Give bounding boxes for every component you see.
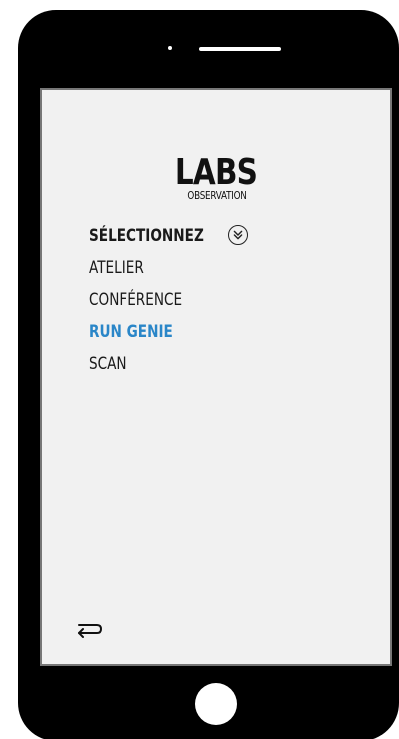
app-logo: LABS OBSERVATION (42, 152, 390, 202)
screen: LABS OBSERVATION SÉLECTIONNEZ ATELIER CO… (40, 88, 392, 666)
return-arrow-icon[interactable] (74, 618, 104, 638)
speaker-grille (199, 47, 281, 51)
front-camera (168, 46, 172, 50)
menu-header[interactable]: SÉLECTIONNEZ (89, 220, 349, 252)
home-button[interactable] (195, 683, 237, 725)
phone-frame: LABS OBSERVATION SÉLECTIONNEZ ATELIER CO… (18, 10, 399, 739)
double-chevron-down-icon[interactable] (228, 225, 248, 245)
menu-header-label: SÉLECTIONNEZ (89, 226, 204, 246)
menu-item-scan[interactable]: SCAN (89, 348, 297, 380)
menu-item-conference[interactable]: CONFÉRENCE (89, 284, 297, 316)
selection-menu: SÉLECTIONNEZ ATELIER CONFÉRENCE RUN GENI… (89, 220, 349, 380)
menu-item-atelier[interactable]: ATELIER (89, 252, 297, 284)
logo-subtitle: OBSERVATION (187, 189, 247, 202)
menu-item-run-genie[interactable]: RUN GENIE (89, 316, 297, 348)
logo-title: LABS (174, 152, 258, 193)
